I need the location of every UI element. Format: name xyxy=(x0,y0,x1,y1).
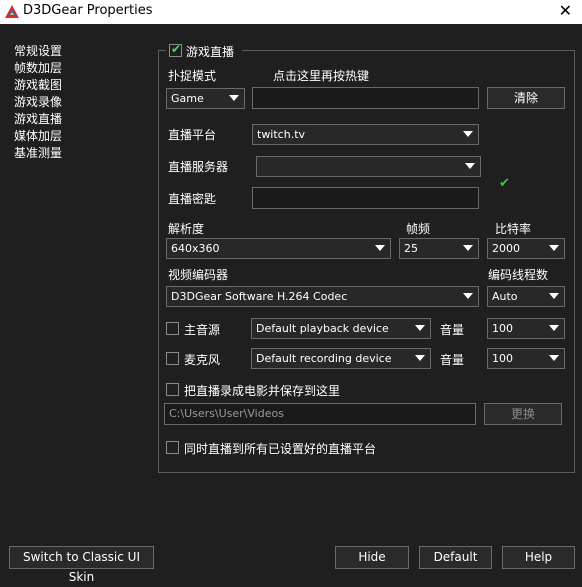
save-movie-checkbox[interactable] xyxy=(166,383,179,396)
mic-volume-value: 100 xyxy=(492,352,513,365)
microphone-device-value: Default recording device xyxy=(256,352,392,365)
stream-key-input[interactable] xyxy=(252,187,479,209)
main-volume-value: 100 xyxy=(492,322,513,335)
nav-item-recording[interactable]: 游戏录像 xyxy=(14,94,62,111)
chevron-down-icon xyxy=(549,325,559,331)
main-audio-device-value: Default playback device xyxy=(256,322,389,335)
capture-mode-select[interactable]: Game xyxy=(166,88,245,109)
main-volume-select[interactable]: 100 xyxy=(487,318,565,339)
main-volume-label: 音量 xyxy=(440,323,465,337)
hide-button[interactable]: Hide xyxy=(335,546,409,569)
main-audio-label: 主音源 xyxy=(184,323,221,337)
bitrate-label: 比特率 xyxy=(495,222,532,236)
fps-value: 25 xyxy=(404,242,418,255)
microphone-checkbox[interactable] xyxy=(166,352,179,365)
platform-select[interactable]: twitch.tv xyxy=(252,124,479,145)
settings-nav: 常规设置 帧数加层 游戏截图 游戏录像 游戏直播 媒体加层 基准测量 xyxy=(14,43,62,162)
checkmark-icon: ✔ xyxy=(171,42,182,56)
chevron-down-icon xyxy=(463,293,473,299)
nav-item-fps-overlay[interactable]: 帧数加层 xyxy=(14,60,62,77)
encoder-label: 视频编码器 xyxy=(168,268,229,282)
resolution-select[interactable]: 640x360 xyxy=(166,238,391,259)
fps-label: 帧频 xyxy=(406,222,431,236)
window-title: D3DGear Properties xyxy=(23,3,153,18)
chevron-down-icon xyxy=(415,355,425,361)
microphone-label: 麦克风 xyxy=(184,353,221,367)
d3dgear-logo-icon xyxy=(5,5,19,18)
platform-value: twitch.tv xyxy=(257,128,306,141)
default-button[interactable]: Default xyxy=(419,546,492,569)
save-path-value: C:\Users\User\Videos xyxy=(169,407,284,420)
nav-item-screenshot[interactable]: 游戏截图 xyxy=(14,77,62,94)
enable-streaming-label: 游戏直播 xyxy=(186,45,235,59)
multi-stream-label: 同时直播到所有已设置好的直播平台 xyxy=(184,442,377,456)
chevron-down-icon xyxy=(463,131,473,137)
hotkey-hint-label: 点击这里再按热键 xyxy=(273,69,370,83)
nav-item-benchmark[interactable]: 基准测量 xyxy=(14,145,62,162)
chevron-down-icon xyxy=(375,245,385,251)
nav-item-streaming[interactable]: 游戏直播 xyxy=(14,111,62,128)
resolution-value: 640x360 xyxy=(171,242,220,255)
chevron-down-icon xyxy=(463,245,473,251)
chevron-down-icon xyxy=(549,245,559,251)
mic-volume-label: 音量 xyxy=(440,353,465,367)
stream-key-label: 直播密匙 xyxy=(168,192,217,206)
threads-label: 编码线程数 xyxy=(488,268,549,282)
clear-hotkey-button[interactable]: 清除 xyxy=(487,87,565,109)
microphone-device-select[interactable]: Default recording device xyxy=(251,348,431,369)
save-path-input[interactable]: C:\Users\User\Videos xyxy=(164,403,476,425)
nav-item-general[interactable]: 常规设置 xyxy=(14,43,62,60)
hotkey-input[interactable] xyxy=(252,87,479,109)
mic-volume-select[interactable]: 100 xyxy=(487,348,565,369)
server-select[interactable] xyxy=(256,156,481,177)
title-bar: D3DGear Properties ✕ xyxy=(0,0,582,24)
change-path-button[interactable]: 更换 xyxy=(484,403,562,425)
bitrate-value: 2000 xyxy=(492,242,520,255)
threads-select[interactable]: Auto xyxy=(487,286,565,307)
multi-stream-checkbox[interactable] xyxy=(166,441,179,454)
classic-skin-button[interactable]: Switch to Classic UI Skin xyxy=(9,546,154,584)
capture-mode-label: 扑捉模式 xyxy=(168,69,217,83)
capture-mode-value: Game xyxy=(171,92,204,105)
encoder-select[interactable]: D3DGear Software H.264 Codec xyxy=(166,286,479,307)
chevron-down-icon xyxy=(465,163,475,169)
resolution-label: 解析度 xyxy=(168,222,205,236)
enable-streaming-checkbox[interactable]: ✔ xyxy=(169,42,182,57)
server-label: 直播服务器 xyxy=(168,160,229,174)
main-audio-device-select[interactable]: Default playback device xyxy=(251,318,431,339)
help-button[interactable]: Help xyxy=(502,546,575,569)
fps-select[interactable]: 25 xyxy=(399,238,479,259)
chevron-down-icon xyxy=(415,325,425,331)
chevron-down-icon xyxy=(229,95,239,101)
platform-label: 直播平台 xyxy=(168,128,217,142)
key-valid-check-icon: ✔ xyxy=(499,176,510,191)
save-movie-label: 把直播录成电影并保存到这里 xyxy=(184,384,341,398)
bitrate-select[interactable]: 2000 xyxy=(487,238,565,259)
close-icon[interactable]: ✕ xyxy=(559,1,572,20)
threads-value: Auto xyxy=(492,290,518,303)
main-audio-checkbox[interactable] xyxy=(166,322,179,335)
nav-item-media-overlay[interactable]: 媒体加层 xyxy=(14,128,62,145)
chevron-down-icon xyxy=(549,293,559,299)
encoder-value: D3DGear Software H.264 Codec xyxy=(171,290,348,303)
chevron-down-icon xyxy=(549,355,559,361)
